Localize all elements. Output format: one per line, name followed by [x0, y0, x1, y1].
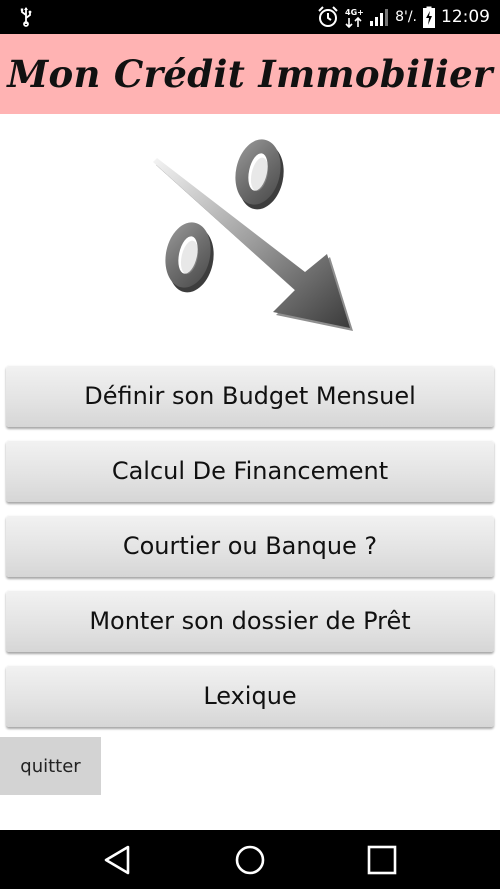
app-header: Mon Crédit Immobilier: [0, 34, 500, 114]
calcul-financement-button[interactable]: Calcul De Financement: [6, 440, 494, 502]
battery-percent: 8'/.: [395, 9, 417, 25]
navigation-bar: [0, 830, 500, 889]
home-icon: [235, 845, 265, 875]
back-button[interactable]: [100, 844, 134, 876]
network-label: 4G+: [345, 8, 363, 17]
percent-down-arrow-icon: [153, 139, 353, 331]
recents-icon: [367, 845, 397, 875]
battery-charging-icon: [423, 6, 435, 28]
network-4g-icon: 4G+: [345, 8, 363, 28]
alarm-icon: [318, 6, 338, 27]
courtier-banque-button[interactable]: Courtier ou Banque ?: [6, 515, 494, 577]
lexique-button[interactable]: Lexique: [6, 665, 494, 727]
budget-mensuel-button[interactable]: Définir son Budget Mensuel: [6, 365, 494, 427]
usb-icon: [20, 7, 32, 27]
home-button[interactable]: [233, 844, 267, 876]
status-bar: 4G+ 8'/. 12:09: [0, 0, 500, 34]
signal-icon: [370, 9, 389, 26]
quit-button[interactable]: quitter: [0, 737, 101, 795]
dossier-pret-button[interactable]: Monter son dossier de Prêt: [6, 590, 494, 652]
back-icon: [104, 845, 130, 875]
app-title: Mon Crédit Immobilier: [7, 52, 493, 96]
clock: 12:09: [441, 7, 490, 27]
recents-button[interactable]: [365, 844, 399, 876]
